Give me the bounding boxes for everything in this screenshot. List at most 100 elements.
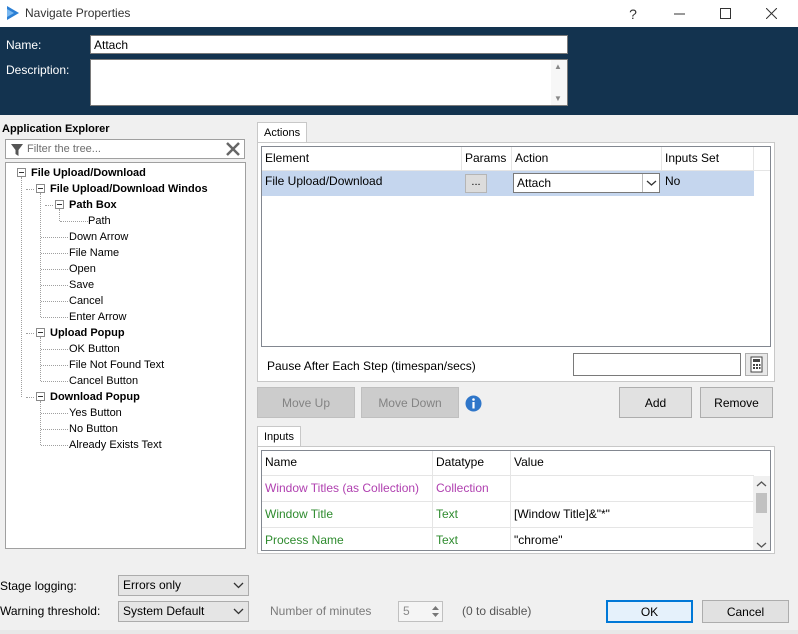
column-header[interactable]: Datatype bbox=[433, 451, 511, 476]
tree-item[interactable]: OK Button bbox=[69, 341, 120, 357]
tree-item[interactable]: No Button bbox=[69, 421, 118, 437]
filter-placeholder: Filter the tree... bbox=[27, 143, 101, 155]
inputs-set-cell: No bbox=[665, 174, 681, 188]
tree-item[interactable]: Path bbox=[88, 213, 111, 229]
inputs-grid-header: Name Datatype Value bbox=[262, 451, 754, 476]
input-value[interactable]: "chrome" bbox=[511, 528, 754, 550]
input-datatype: Text bbox=[433, 502, 511, 528]
description-input[interactable]: ▲ ▼ bbox=[90, 59, 568, 106]
inputs-grid: Name Datatype Value Window Titles (as Co… bbox=[261, 450, 771, 551]
actions-grid: Element Params Action Inputs Set File Up… bbox=[261, 146, 771, 347]
scroll-up-icon: ▲ bbox=[554, 62, 562, 71]
actions-grid-header: Element Params Action Inputs Set bbox=[262, 147, 770, 171]
tree-item[interactable]: File Upload/Download bbox=[31, 165, 146, 181]
pause-label: Pause After Each Step (timespan/secs) bbox=[267, 359, 476, 373]
clear-filter-icon[interactable] bbox=[225, 141, 241, 157]
collapse-toggle-icon[interactable] bbox=[36, 392, 45, 401]
action-row[interactable]: File Upload/Download ... Attach No bbox=[262, 171, 754, 196]
description-scrollbar[interactable]: ▲ ▼ bbox=[551, 60, 567, 105]
spinner-arrows-icon[interactable] bbox=[429, 602, 442, 621]
minimize-button[interactable] bbox=[659, 0, 699, 27]
maximize-button[interactable] bbox=[705, 0, 745, 27]
chevron-down-icon bbox=[646, 180, 657, 186]
params-button[interactable]: ... bbox=[465, 174, 487, 193]
tab-actions[interactable]: Actions bbox=[257, 122, 308, 143]
info-icon[interactable] bbox=[465, 395, 482, 412]
calculator-button[interactable] bbox=[745, 353, 768, 376]
warning-threshold-value: System Default bbox=[123, 604, 205, 618]
input-value[interactable] bbox=[511, 476, 754, 502]
remove-button[interactable]: Remove bbox=[700, 387, 773, 418]
stage-logging-label: Stage logging: bbox=[0, 579, 77, 593]
warning-threshold-label: Warning threshold: bbox=[0, 604, 101, 618]
tree-item[interactable]: File Upload/Download Windos bbox=[50, 181, 208, 197]
application-tree[interactable]: File Upload/Download File Upload/Downloa… bbox=[5, 162, 246, 549]
tree-item[interactable]: Path Box bbox=[69, 197, 117, 213]
tree-item[interactable]: Already Exists Text bbox=[69, 437, 162, 453]
move-up-button[interactable]: Move Up bbox=[257, 387, 355, 418]
action-select-value: Attach bbox=[517, 176, 552, 190]
tree-item[interactable]: Open bbox=[69, 261, 96, 277]
tree-item[interactable]: Enter Arrow bbox=[69, 309, 126, 325]
close-icon bbox=[765, 8, 777, 19]
ok-button[interactable]: OK bbox=[606, 600, 693, 623]
collapse-toggle-icon[interactable] bbox=[36, 328, 45, 337]
calculator-icon bbox=[750, 356, 763, 373]
tab-inputs[interactable]: Inputs bbox=[257, 426, 301, 447]
column-header[interactable]: Element bbox=[262, 147, 462, 171]
move-down-button[interactable]: Move Down bbox=[361, 387, 459, 418]
scroll-up-icon[interactable] bbox=[753, 477, 770, 491]
tree-item[interactable]: File Not Found Text bbox=[69, 357, 164, 373]
disable-hint: (0 to disable) bbox=[462, 604, 532, 618]
collapse-toggle-icon[interactable] bbox=[17, 168, 26, 177]
stage-logging-select[interactable]: Errors only bbox=[118, 575, 249, 596]
minutes-spinner[interactable]: 5 bbox=[398, 601, 443, 622]
input-name: Window Titles (as Collection) bbox=[262, 476, 433, 502]
application-explorer-title: Application Explorer bbox=[2, 123, 110, 135]
input-row[interactable]: Window Title Text [Window Title]&"*" bbox=[262, 502, 754, 528]
tree-filter-input[interactable]: Filter the tree... bbox=[5, 139, 245, 159]
background-strip bbox=[0, 630, 798, 634]
column-header[interactable]: Params bbox=[462, 147, 512, 171]
add-button[interactable]: Add bbox=[619, 387, 692, 418]
input-row[interactable]: Window Titles (as Collection) Collection bbox=[262, 476, 754, 502]
tree-item[interactable]: Save bbox=[69, 277, 94, 293]
scroll-down-icon: ▼ bbox=[554, 94, 562, 103]
help-button[interactable]: ? bbox=[613, 0, 653, 27]
input-datatype: Collection bbox=[433, 476, 511, 502]
app-icon bbox=[7, 6, 19, 20]
tree-item[interactable]: Upload Popup bbox=[50, 325, 125, 341]
warning-threshold-select[interactable]: System Default bbox=[118, 601, 249, 622]
close-button[interactable] bbox=[751, 0, 791, 27]
scroll-thumb[interactable] bbox=[756, 493, 767, 513]
column-header[interactable]: Action bbox=[512, 147, 662, 171]
pause-input[interactable] bbox=[573, 353, 741, 376]
input-datatype: Text bbox=[433, 528, 511, 550]
column-header[interactable]: Value bbox=[511, 451, 754, 476]
input-row[interactable]: Process Name Text "chrome" bbox=[262, 528, 754, 550]
scroll-down-icon[interactable] bbox=[753, 538, 770, 551]
input-name: Process Name bbox=[262, 528, 433, 550]
window-title: Navigate Properties bbox=[25, 6, 131, 20]
filter-icon bbox=[11, 144, 23, 156]
tree-item[interactable]: Down Arrow bbox=[69, 229, 128, 245]
tree-item[interactable]: File Name bbox=[69, 245, 119, 261]
tree-item[interactable]: Cancel bbox=[69, 293, 103, 309]
tree-item[interactable]: Yes Button bbox=[69, 405, 122, 421]
tree-item[interactable]: Download Popup bbox=[50, 389, 140, 405]
tree-item[interactable]: Cancel Button bbox=[69, 373, 138, 389]
collapse-toggle-icon[interactable] bbox=[55, 200, 64, 209]
chevron-down-icon bbox=[233, 608, 244, 615]
description-label: Description: bbox=[6, 63, 70, 77]
column-header[interactable]: Name bbox=[262, 451, 433, 476]
cancel-button[interactable]: Cancel bbox=[702, 600, 789, 623]
action-select-arrow[interactable] bbox=[642, 174, 659, 192]
properties-header: Name: Attach Description: ▲ ▼ bbox=[0, 27, 798, 115]
name-input[interactable]: Attach bbox=[90, 35, 568, 54]
column-header[interactable]: Inputs Set bbox=[662, 147, 754, 171]
input-value[interactable]: [Window Title]&"*" bbox=[511, 502, 754, 528]
collapse-toggle-icon[interactable] bbox=[36, 184, 45, 193]
inputs-panel: Name Datatype Value Window Titles (as Co… bbox=[257, 446, 775, 554]
inputs-scrollbar[interactable] bbox=[753, 476, 770, 551]
action-select[interactable]: Attach bbox=[513, 173, 660, 193]
